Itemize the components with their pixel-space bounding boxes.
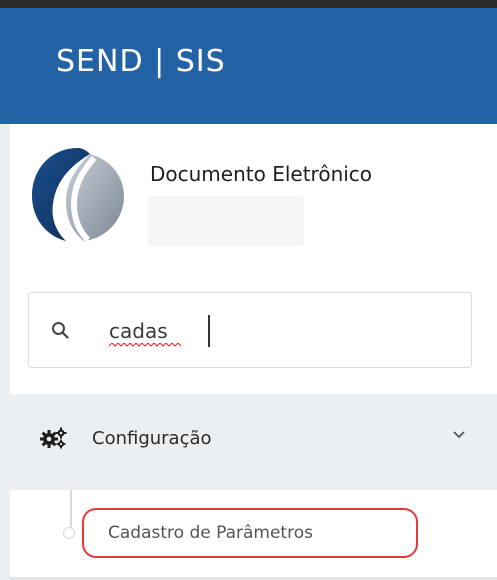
chevron-down-icon[interactable] [452, 430, 466, 440]
window-top-border [0, 0, 497, 8]
text-caret [208, 315, 210, 347]
logo-icon [32, 148, 124, 243]
menu-section-label: Configuração [92, 428, 212, 449]
menu-item-cadastro-de-parametros[interactable]: Cadastro de Parâmetros [82, 508, 418, 558]
search-icon [52, 322, 69, 339]
document-title: Documento Eletrônico [150, 162, 373, 186]
left-edge [0, 124, 10, 580]
spellcheck-underline [109, 343, 181, 347]
search-box[interactable] [28, 292, 472, 368]
app-window: SEND | SIS Documento Eletrônico cadas Co… [0, 0, 497, 580]
user-profile: Documento Eletrônico [10, 124, 497, 394]
header-bar: SEND | SIS [0, 0, 497, 124]
gears-icon [40, 427, 67, 449]
tree-line [70, 490, 72, 530]
submenu: Cadastro de Parâmetros [10, 490, 497, 580]
menu-item-label: Cadastro de Parâmetros [108, 523, 313, 543]
menu-section-configuracao[interactable]: Configuração [10, 394, 497, 490]
tree-node [63, 527, 75, 539]
user-name-blurred [148, 196, 304, 246]
app-title[interactable]: SEND | SIS [56, 44, 226, 79]
